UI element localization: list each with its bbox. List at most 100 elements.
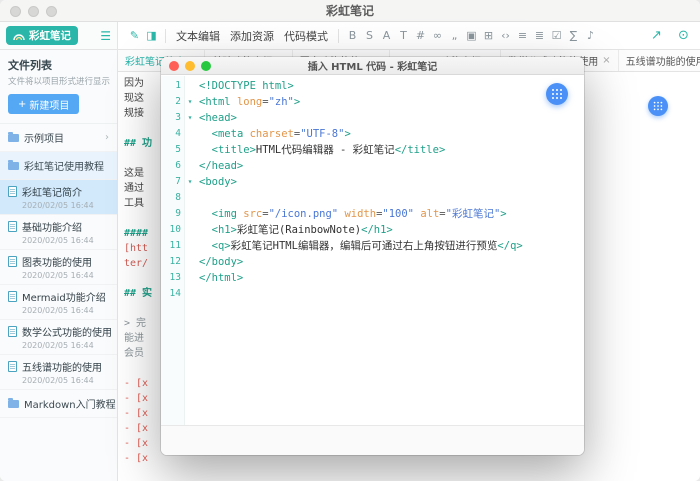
toolbar-divider bbox=[165, 29, 166, 43]
app-window: 彩虹笔记 彩虹笔记 ☰ ✎◨ 文本编辑添加资源代码模式 BSAT#∞„▣⊞‹›≡… bbox=[0, 0, 700, 481]
unordered-list-icon[interactable]: ≡ bbox=[514, 29, 531, 42]
html-code-editor[interactable]: 1234567891011121314 ▾▾▾ <!DOCTYPE html><… bbox=[161, 76, 584, 425]
titlebar: 彩虹笔记 bbox=[0, 0, 700, 22]
document-icon bbox=[8, 291, 17, 302]
code-line[interactable]: <body> bbox=[199, 174, 584, 190]
sidebar-doc[interactable]: 数学公式功能的使用2020/02/05 16:44 bbox=[0, 320, 117, 355]
line-number: 2 bbox=[161, 94, 181, 110]
insert-html-dialog: 插入 HTML 代码 - 彩虹笔记 1234567891011121314 ▾▾… bbox=[161, 57, 584, 455]
doc-info: Mermaid功能介绍2020/02/05 16:44 bbox=[22, 289, 106, 315]
image-icon[interactable]: ▣ bbox=[463, 29, 480, 42]
doc-info: 基础功能介绍2020/02/05 16:44 bbox=[22, 219, 94, 245]
preview-actions-button[interactable] bbox=[648, 96, 668, 116]
sidebar-folder[interactable]: 彩虹笔记使用教程 bbox=[0, 152, 117, 180]
tab[interactable]: 五线谱功能的使用× bbox=[619, 50, 700, 71]
font-color-icon[interactable]: A bbox=[378, 29, 395, 42]
code-line[interactable]: <meta charset="UTF-8"> bbox=[199, 126, 584, 142]
doc-label: 彩虹笔记简介 bbox=[22, 184, 94, 199]
folder-label: Markdown入门教程 bbox=[24, 396, 116, 411]
fold-marker-icon bbox=[185, 126, 195, 142]
sidebar-doc[interactable]: 图表功能的使用2020/02/05 16:44 bbox=[0, 250, 117, 285]
dialog-titlebar: 插入 HTML 代码 - 彩虹笔记 bbox=[161, 57, 584, 75]
fold-marker-icon[interactable]: ▾ bbox=[185, 110, 195, 126]
tab-close-icon[interactable]: × bbox=[602, 55, 610, 66]
quote-icon[interactable]: „ bbox=[446, 29, 463, 42]
music-icon[interactable]: ♪ bbox=[582, 29, 599, 42]
line-number: 12 bbox=[161, 254, 181, 270]
mode-button-2[interactable]: 添加资源 bbox=[225, 26, 279, 46]
checkbox-icon[interactable]: ☑ bbox=[548, 29, 565, 42]
strikethrough-icon[interactable]: S bbox=[361, 29, 378, 42]
zoom-button[interactable] bbox=[46, 6, 57, 17]
fold-marker-icon[interactable]: ▾ bbox=[185, 174, 195, 190]
sidebar-doc[interactable]: Mermaid功能介绍2020/02/05 16:44 bbox=[0, 285, 117, 320]
sidebar-doc[interactable]: 五线谱功能的使用2020/02/05 16:44 bbox=[0, 355, 117, 390]
code-line[interactable]: <!DOCTYPE html> bbox=[199, 78, 584, 94]
folder-label: 彩虹笔记使用教程 bbox=[24, 158, 104, 173]
line-number: 3 bbox=[161, 110, 181, 126]
code-line[interactable]: <title>HTML代码编辑器 - 彩虹笔记</title> bbox=[199, 142, 584, 158]
sidebar-menu-icon[interactable]: ☰ bbox=[100, 29, 111, 43]
code-line[interactable]: </html> bbox=[199, 270, 584, 286]
line-number: 5 bbox=[161, 142, 181, 158]
dialog-close-button[interactable] bbox=[169, 61, 179, 71]
code-line[interactable] bbox=[199, 286, 584, 302]
minimize-button[interactable] bbox=[28, 6, 39, 17]
code-line[interactable]: <q>彩虹笔记HTML编辑器，编辑后可通过右上角按钮进行预览</q> bbox=[199, 238, 584, 254]
toolbar-format-icons: BSAT#∞„▣⊞‹›≡≣☑∑♪ bbox=[344, 29, 599, 42]
formula-icon[interactable]: ∑ bbox=[565, 29, 582, 42]
close-button[interactable] bbox=[10, 6, 21, 17]
fold-marker-icon bbox=[185, 222, 195, 238]
edit-icon[interactable]: ✎ bbox=[126, 29, 143, 42]
document-icon bbox=[8, 186, 17, 197]
dialog-title: 插入 HTML 代码 - 彩虹笔记 bbox=[308, 58, 438, 73]
mode-button-1[interactable]: 文本编辑 bbox=[171, 26, 225, 46]
ordered-list-icon[interactable]: ≣ bbox=[531, 29, 548, 42]
info-icon[interactable]: ⊙ bbox=[675, 28, 692, 43]
code-line[interactable]: </body> bbox=[199, 254, 584, 270]
hash-icon[interactable]: # bbox=[412, 29, 429, 42]
sidebar-doc[interactable]: 彩虹笔记简介2020/02/05 16:44 bbox=[0, 180, 117, 215]
preview-icon[interactable]: ◨ bbox=[143, 29, 160, 42]
line-number: 13 bbox=[161, 270, 181, 286]
sidebar-folder[interactable]: 示例项目› bbox=[0, 124, 117, 152]
mode-button-3[interactable]: 代码模式 bbox=[279, 26, 333, 46]
document-icon bbox=[8, 256, 17, 267]
line-number: 4 bbox=[161, 126, 181, 142]
doc-timestamp: 2020/02/05 16:44 bbox=[22, 376, 102, 385]
plus-icon: + bbox=[18, 99, 26, 110]
code-icon[interactable]: ‹› bbox=[497, 29, 514, 42]
code-line[interactable]: <h1>彩虹笔记(RainbowNote)</h1> bbox=[199, 222, 584, 238]
dialog-zoom-button[interactable] bbox=[201, 61, 211, 71]
dialog-actions-button[interactable] bbox=[546, 83, 568, 105]
bold-icon[interactable]: B bbox=[344, 29, 361, 42]
sidebar-doc[interactable]: 基础功能介绍2020/02/05 16:44 bbox=[0, 215, 117, 250]
line-numbers: 1234567891011121314 bbox=[161, 76, 185, 425]
document-icon bbox=[8, 326, 17, 337]
dialog-minimize-button[interactable] bbox=[185, 61, 195, 71]
link-icon[interactable]: ∞ bbox=[429, 29, 446, 42]
brand-button[interactable]: 彩虹笔记 bbox=[6, 26, 78, 45]
doc-label: Mermaid功能介绍 bbox=[22, 289, 106, 304]
code-line[interactable] bbox=[199, 190, 584, 206]
code-line[interactable]: </head> bbox=[199, 158, 584, 174]
code-line[interactable]: <img src="/icon.png" width="100" alt="彩虹… bbox=[199, 206, 584, 222]
code-line[interactable]: <html long="zh"> bbox=[199, 94, 584, 110]
share-icon[interactable]: ↗ bbox=[648, 28, 665, 43]
line-number: 7 bbox=[161, 174, 181, 190]
table-icon[interactable]: ⊞ bbox=[480, 29, 497, 42]
fold-marker-icon[interactable]: ▾ bbox=[185, 94, 195, 110]
file-list-subtitle: 文件将以项目形式进行显示 bbox=[0, 73, 117, 94]
line-number: 9 bbox=[161, 206, 181, 222]
heading-icon[interactable]: T bbox=[395, 29, 412, 42]
rainbow-logo-icon bbox=[13, 32, 25, 40]
doc-label: 图表功能的使用 bbox=[22, 254, 94, 269]
brand-label: 彩虹笔记 bbox=[29, 28, 71, 43]
code-lines: <!DOCTYPE html><html long="zh"><head> <m… bbox=[195, 76, 584, 425]
sidebar-items: 示例项目›彩虹笔记使用教程彩虹笔记简介2020/02/05 16:44基础功能介… bbox=[0, 123, 117, 418]
new-project-button[interactable]: + 新建项目 bbox=[8, 94, 79, 114]
doc-label: 基础功能介绍 bbox=[22, 219, 94, 234]
sidebar-folder[interactable]: Markdown入门教程 bbox=[0, 390, 117, 418]
toolbar-divider bbox=[338, 29, 339, 43]
code-line[interactable]: <head> bbox=[199, 110, 584, 126]
